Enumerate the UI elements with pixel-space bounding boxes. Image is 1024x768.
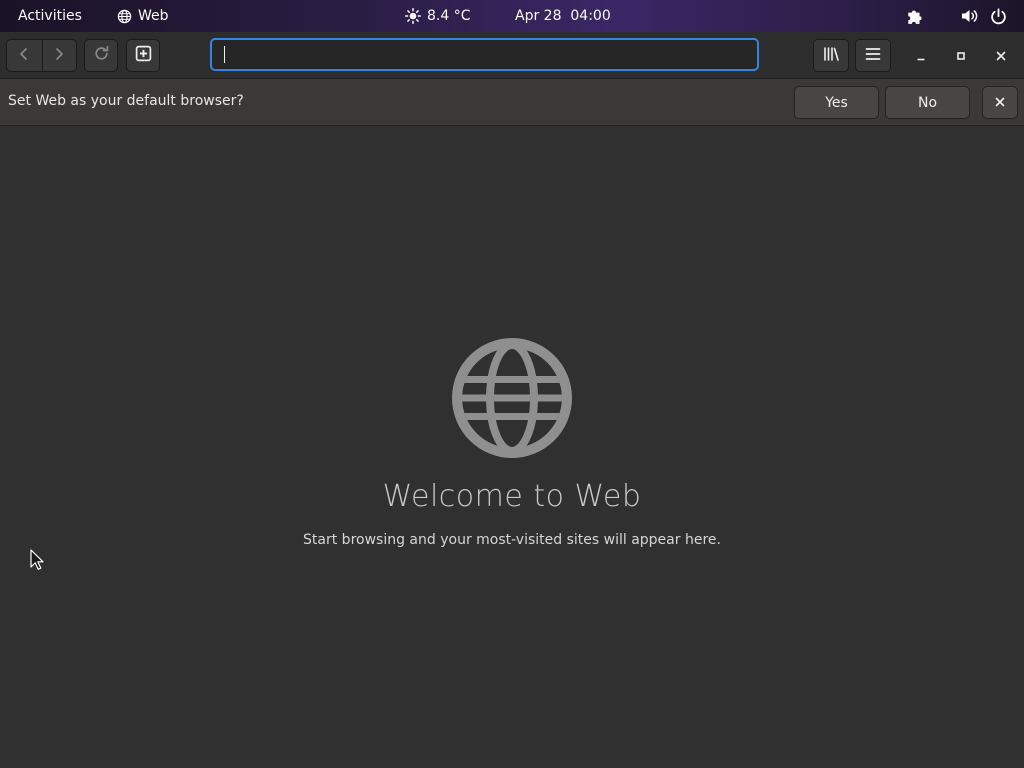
- library-button[interactable]: [813, 39, 849, 72]
- navigation-buttons: [6, 39, 77, 72]
- library-icon: [823, 46, 840, 66]
- no-button[interactable]: No: [885, 86, 970, 119]
- power-menu-button[interactable]: [990, 0, 1007, 32]
- app-name-label: Web: [138, 8, 169, 24]
- weather-indicator[interactable]: 8.4 °C: [405, 0, 471, 32]
- yes-button-label: Yes: [825, 94, 848, 111]
- welcome-title: Welcome to Web: [382, 479, 642, 514]
- no-button-label: No: [917, 94, 938, 111]
- speaker-icon: [961, 8, 979, 24]
- infobar-close-button[interactable]: [982, 86, 1018, 119]
- globe-icon: [117, 9, 132, 24]
- infobar-message: Set Web as your default browser?: [8, 93, 244, 109]
- hamburger-menu-icon: [865, 46, 881, 65]
- minimize-icon: [916, 46, 926, 65]
- activities-button[interactable]: Activities: [18, 0, 82, 32]
- welcome-subtitle: Start browsing and your most-visited sit…: [303, 532, 721, 548]
- yes-button[interactable]: Yes: [794, 86, 879, 119]
- new-tab-button[interactable]: [126, 39, 160, 72]
- extensions-indicator[interactable]: [906, 0, 924, 32]
- new-tab-icon: [135, 45, 152, 66]
- reload-button[interactable]: [84, 39, 118, 72]
- sun-icon: [405, 8, 421, 24]
- close-window-button[interactable]: [989, 43, 1013, 67]
- default-browser-infobar: Set Web as your default browser? Yes No: [0, 79, 1024, 126]
- back-icon: [17, 46, 31, 65]
- gnome-top-bar: Activities Web 8.4 °C Apr 28 04:00: [0, 0, 1024, 32]
- temperature-label: 8.4 °C: [427, 8, 471, 24]
- maximize-icon: [956, 46, 966, 65]
- main-menu-button[interactable]: [855, 39, 891, 72]
- app-menu-button[interactable]: Web: [117, 0, 169, 32]
- browser-content-area: Welcome to Web Start browsing and your m…: [0, 126, 1024, 768]
- volume-indicator[interactable]: [961, 0, 979, 32]
- maximize-button[interactable]: [949, 43, 973, 67]
- back-button[interactable]: [7, 40, 42, 71]
- clock-button[interactable]: Apr 28 04:00: [515, 0, 611, 32]
- power-icon: [990, 7, 1007, 25]
- activities-label: Activities: [18, 8, 82, 24]
- mouse-pointer-icon: [30, 549, 44, 571]
- forward-button[interactable]: [41, 40, 77, 71]
- address-bar-input[interactable]: [210, 38, 759, 71]
- date-time-label: Apr 28 04:00: [515, 8, 611, 24]
- close-icon: [995, 95, 1005, 111]
- globe-icon: [452, 338, 572, 458]
- close-icon: [996, 46, 1006, 65]
- text-cursor: [224, 46, 225, 63]
- forward-icon: [52, 46, 66, 65]
- puzzle-icon: [906, 7, 924, 25]
- reload-icon: [93, 45, 110, 66]
- minimize-button[interactable]: [909, 43, 933, 67]
